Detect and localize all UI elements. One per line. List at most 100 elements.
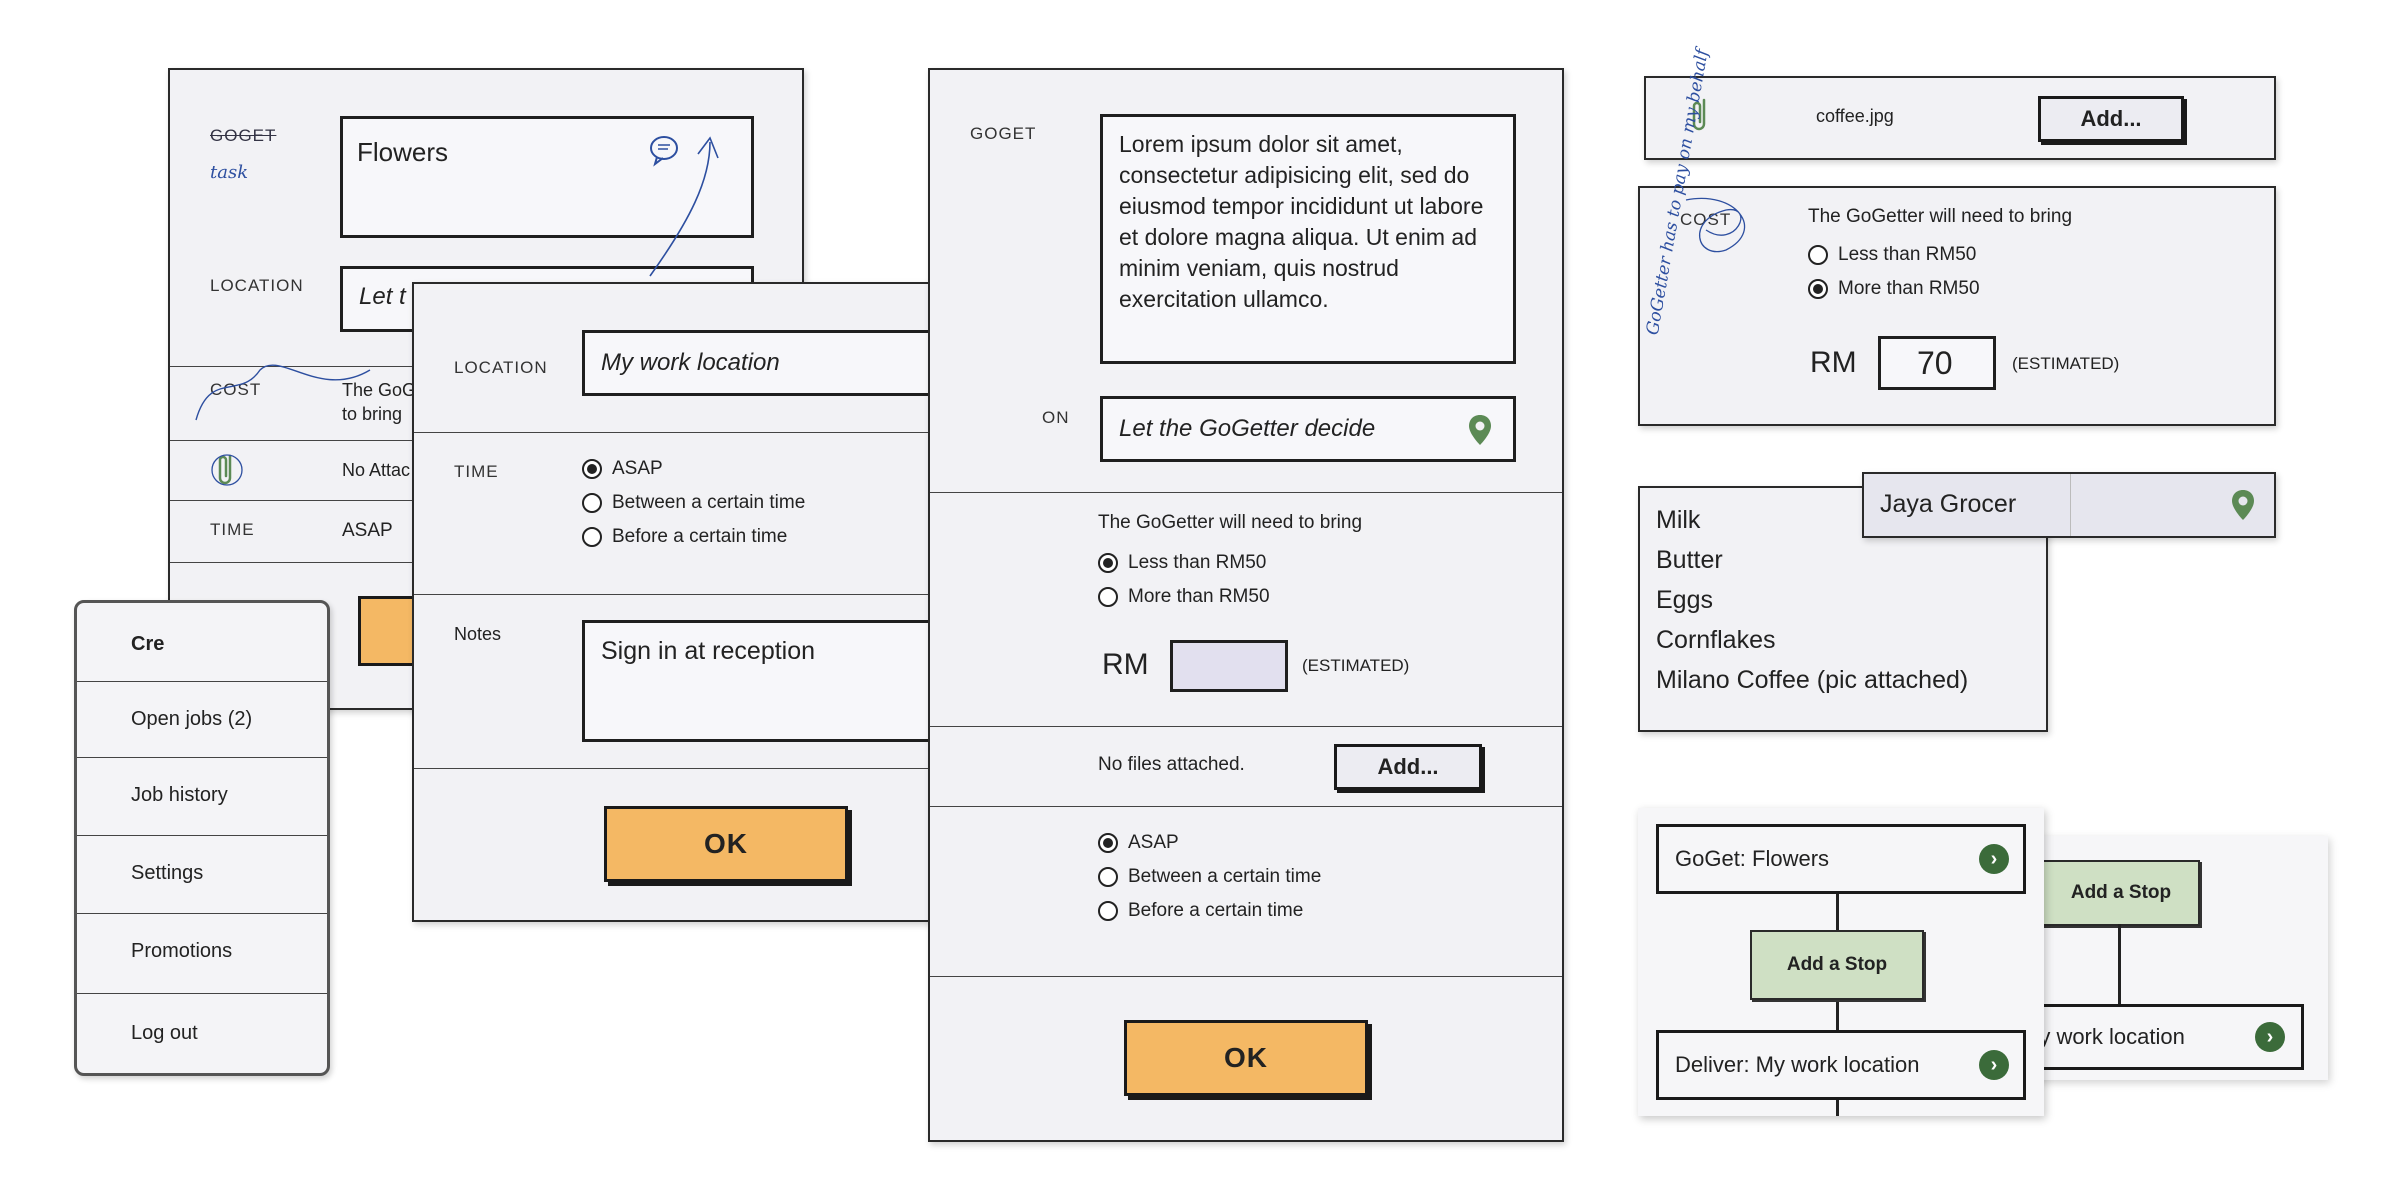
menu-item-open-jobs[interactable]: Open jobs (2) [77,681,327,757]
time-options: ASAP Between a certain time Before a cer… [582,452,805,554]
grocery-item: Eggs [1656,586,1713,614]
time-option-between[interactable]: Between a certain time [582,486,805,520]
grocery-item: Milano Coffee (pic attached) [1656,666,1969,694]
goget-task-field[interactable]: Flowers [340,116,754,238]
time-option-label: Before a certain time [1128,900,1304,921]
notes-value: Sign in at reception [601,637,816,665]
cost-option-label: More than RM50 [1838,278,1980,299]
stop-label: GoGet: Flowers [1675,846,1830,871]
time-option-before[interactable]: Before a certain time [582,520,805,554]
rm-label: RM [1810,346,1857,379]
time-option-label: Before a certain time [612,526,788,547]
menu-item-label: Cre [131,632,165,655]
time-options: ASAP Between a certain time Before a cer… [1098,826,1321,928]
radio-icon [1808,245,1828,265]
cost-options: Less than RM50 More than RM50 [1098,546,1270,614]
goget-task-value: Lorem ipsum dolor sit amet, consectetur … [1119,131,1484,312]
attachment-filename: coffee.jpg [1816,106,1894,126]
paperclip-icon[interactable] [210,448,246,492]
stop-label: My work location [2021,1024,2185,1049]
stop-deliver-work-location[interactable]: Deliver: My work location › [1656,1030,2026,1100]
divider [930,976,1562,977]
estimated-label: (ESTIMATED) [2012,354,2120,373]
add-stop-button[interactable]: Add a Stop [1750,930,1924,1000]
cost-option-label: Less than RM50 [1128,552,1267,573]
map-pin-icon[interactable] [1467,413,1493,447]
cost-options: Less than RM50 More than RM50 [1808,238,1980,306]
time-option-label: ASAP [612,458,663,479]
menu-item-create[interactable]: Cre [77,611,327,677]
store-location-field[interactable]: Jaya Grocer [1862,472,2276,538]
cost-option-label: Less than RM50 [1838,244,1977,265]
add-stop-button[interactable]: Add a Stop [2042,860,2200,926]
radio-icon [582,527,602,547]
time-value: ASAP [342,520,393,541]
rm-label: RM [1102,648,1149,681]
field-divider [2070,474,2071,536]
menu-item-job-history[interactable]: Job history [77,757,327,833]
chevron-right-circle-icon[interactable]: › [1979,844,2009,874]
task-handwritten-label: task [210,162,249,183]
estimated-label: (ESTIMATED) [1302,656,1410,675]
goget-task-value: Flowers [357,137,449,167]
time-option-before[interactable]: Before a certain time [1098,894,1321,928]
ok-button[interactable]: OK [604,806,848,882]
chevron-right-circle-icon[interactable]: › [2255,1022,2285,1052]
rm-amount-input[interactable] [1170,640,1288,692]
cost-option-label: More than RM50 [1128,586,1270,607]
attach-status: No Attac [342,460,411,480]
cost-option-less[interactable]: Less than RM50 [1808,238,1980,272]
menu-item-promotions[interactable]: Promotions [77,913,327,989]
divider [930,806,1562,807]
menu-item-label: Job history [131,783,228,806]
ok-button[interactable]: OK [1124,1020,1368,1096]
cost-text: The GoGetter will need to bring [1808,206,2073,227]
add-file-button[interactable]: Add... [1334,744,1482,790]
location-field[interactable]: Let the GoGetter decide [1100,396,1516,462]
time-option-asap[interactable]: ASAP [1098,826,1321,860]
location-label: LOCATION [210,276,304,295]
location-value: My work location [601,349,780,376]
goget-label: GOGET [970,124,1037,143]
radio-selected-icon [582,459,602,479]
cost-option-less[interactable]: Less than RM50 [1098,546,1270,580]
goget-task-field[interactable]: Lorem ipsum dolor sit amet, consectetur … [1100,114,1516,364]
radio-icon [1098,587,1118,607]
task-form-card-full: GOGET Lorem ipsum dolor sit amet, consec… [928,68,1564,1142]
radio-selected-icon [1808,279,1828,299]
rm-amount-value: 70 [1917,345,1953,381]
add-attachment-button[interactable]: Add... [2038,96,2184,142]
radio-selected-icon [1098,553,1118,573]
handwritten-note: GoGetter has to pay on my behalf [1642,47,1713,337]
radio-icon [1098,867,1118,887]
time-option-asap[interactable]: ASAP [582,452,805,486]
divider [930,492,1562,493]
menu-item-label: Log out [131,1021,198,1044]
menu-item-label: Open jobs (2) [131,707,253,730]
cost-option-more[interactable]: More than RM50 [1098,580,1270,614]
radio-icon [582,493,602,513]
stops-card: GoGet: Flowers › Add a Stop Deliver: My … [1638,808,2044,1116]
grocery-item: Butter [1656,546,1723,574]
map-pin-icon[interactable] [2230,488,2256,522]
cost-option-more[interactable]: More than RM50 [1808,272,1980,306]
cost-panel: COST GoGetter has to pay on my behalf Th… [1638,47,2276,426]
radio-icon [1098,901,1118,921]
time-option-label: ASAP [1128,832,1179,853]
files-status: No files attached. [1098,754,1245,775]
location-label-partial: ON [1042,408,1070,427]
grocery-item: Cornflakes [1656,626,1776,654]
side-menu: Cre Open jobs (2) Job history Settings P… [74,600,330,1076]
store-name: Jaya Grocer [1880,490,2017,518]
menu-item-settings[interactable]: Settings [77,835,327,911]
rm-amount-input[interactable]: 70 [1878,336,1996,390]
stop-work-location[interactable]: My work location › [2018,1004,2304,1070]
stop-goget-flowers[interactable]: GoGet: Flowers › [1656,824,2026,894]
menu-item-log-out[interactable]: Log out [77,993,327,1073]
connector-line [2118,924,2121,1006]
menu-item-label: Promotions [131,939,233,962]
time-option-between[interactable]: Between a certain time [1098,860,1321,894]
chevron-right-circle-icon[interactable]: › [1979,1050,2009,1080]
attachment-strip: coffee.jpg Add... [1644,76,2276,160]
goget-label: GOGET [210,126,277,145]
